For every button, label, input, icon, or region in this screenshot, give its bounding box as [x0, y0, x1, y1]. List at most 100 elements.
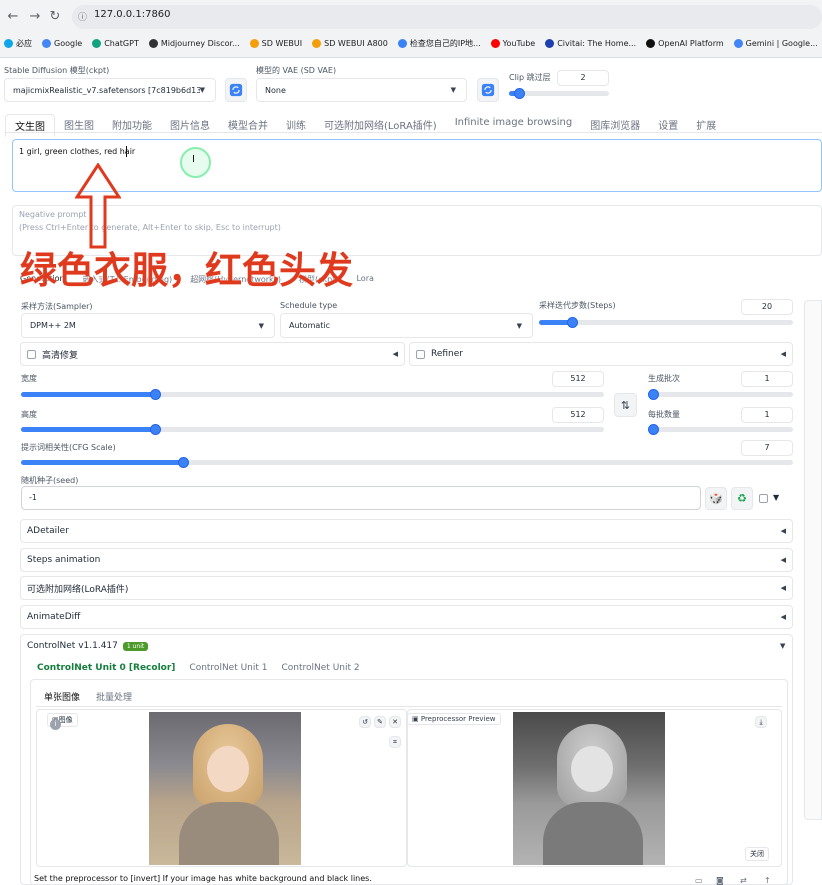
height-slider[interactable] — [21, 424, 604, 435]
batch-count-slider-thumb[interactable] — [648, 389, 659, 400]
swap-icon[interactable]: ⇄ — [740, 876, 747, 885]
width-input[interactable]: 512 — [552, 371, 604, 387]
batch-size-slider-thumb[interactable] — [648, 424, 659, 435]
edit-icon[interactable]: ✎ — [374, 716, 386, 728]
ckpt-label: Stable Diffusion 模型(ckpt) — [4, 66, 110, 75]
batch-size-input[interactable]: 1 — [741, 407, 793, 423]
refresh-vae-button[interactable] — [477, 78, 499, 102]
bookmark-item[interactable]: Civitai: The Home... — [545, 38, 637, 48]
controlnet-mode-tab-1[interactable]: 批量处理 — [88, 690, 140, 703]
cfg-input[interactable]: 7 — [741, 440, 793, 456]
refiner-accordion[interactable]: Refiner ◀ — [409, 342, 793, 366]
mode-divider — [36, 706, 782, 707]
tab-3[interactable]: 图片信息 — [161, 114, 219, 137]
info-icon[interactable]: ⓘ — [78, 10, 87, 23]
bookmark-item[interactable]: Midjourney Discor... — [148, 38, 240, 48]
bookmark-item[interactable]: Gemini | Google... — [733, 38, 818, 48]
new-canvas-icon[interactable]: ▭ — [695, 876, 703, 885]
refresh-ckpt-button[interactable] — [225, 78, 247, 102]
width-slider[interactable] — [21, 389, 604, 400]
bookmark-favicon-icon — [92, 38, 102, 48]
tab-9[interactable]: 设置 — [649, 114, 687, 137]
forward-icon[interactable]: → — [26, 8, 44, 26]
chevron-down-icon: ▼ — [199, 86, 205, 94]
height-slider-thumb[interactable] — [150, 424, 161, 435]
clip-slider[interactable] — [509, 88, 609, 99]
bookmark-item[interactable]: Google — [42, 38, 82, 48]
accordion-lora[interactable]: 可选附加网络(LoRA插件) ◀ — [20, 576, 793, 600]
controlnet-title: ControlNet v1.1.417 — [27, 641, 118, 651]
tab-8[interactable]: 图库浏览器 — [581, 114, 649, 137]
sampler-dropdown[interactable]: DPM++ 2M ▼ — [21, 313, 275, 338]
vae-dropdown[interactable]: None ▼ — [256, 78, 467, 102]
tab-0[interactable]: 文生图 — [5, 114, 55, 137]
cfg-slider-thumb[interactable] — [178, 457, 189, 468]
subtab-4[interactable]: Lora — [356, 274, 373, 285]
hires-fix-accordion[interactable]: 高清修复 ◀ — [20, 342, 405, 366]
batch-size-slider[interactable] — [648, 424, 793, 435]
bookmark-item[interactable]: OpenAI Platform — [646, 38, 724, 48]
controlnet-unit-tab-2[interactable]: ControlNet Unit 2 — [275, 663, 367, 673]
extra-seed-arrow-icon[interactable]: ▼ — [773, 493, 779, 502]
expand-arrow-icon[interactable]: ▼ — [780, 642, 785, 650]
address-bar[interactable] — [72, 5, 822, 29]
schedule-dropdown[interactable]: Automatic ▼ — [280, 313, 533, 338]
refresh-icon — [229, 83, 243, 97]
tab-10[interactable]: 扩展 — [687, 114, 725, 137]
cfg-slider[interactable] — [21, 457, 793, 468]
clear-icon[interactable]: ✕ — [389, 716, 401, 728]
batch-count-input[interactable]: 1 — [741, 371, 793, 387]
tab-7[interactable]: Infinite image browsing — [446, 114, 582, 137]
bookmark-item[interactable]: ChatGPT — [92, 38, 139, 48]
swap-dimensions-button[interactable]: ⇅ — [614, 393, 637, 417]
refiner-checkbox[interactable] — [416, 349, 425, 359]
height-input[interactable]: 512 — [552, 407, 604, 423]
tab-4[interactable]: 模型合并 — [219, 114, 277, 137]
reuse-seed-button[interactable]: ♻ — [731, 487, 753, 510]
steps-slider[interactable] — [539, 317, 793, 328]
clip-slider-thumb[interactable] — [514, 88, 525, 99]
ckpt-dropdown[interactable]: majicmixRealistic_v7.safetensors [7c819b… — [4, 78, 216, 102]
steps-slider-thumb[interactable] — [567, 317, 578, 328]
bookmark-label: Civitai: The Home... — [557, 38, 637, 48]
accordion-steps-animation[interactable]: Steps animation ◀ — [20, 548, 793, 572]
clip-input[interactable]: 2 — [557, 70, 609, 86]
tab-5[interactable]: 训练 — [277, 114, 315, 137]
accordion-animatediff[interactable]: AnimateDiff ◀ — [20, 605, 793, 629]
width-label: 宽度 — [21, 374, 37, 383]
hires-checkbox[interactable] — [27, 349, 36, 359]
collapse-arrow-icon: ◀ — [780, 613, 786, 621]
controlnet-header[interactable]: ControlNet v1.1.417 1 unit — [27, 641, 149, 651]
tab-1[interactable]: 图生图 — [55, 114, 103, 137]
tabs-divider — [5, 132, 822, 133]
crop-icon[interactable]: ⌗ — [389, 736, 401, 748]
text-cursor-icon: I — [192, 154, 195, 165]
download-icon[interactable]: ⤓ — [755, 716, 767, 728]
accordion-adetailer[interactable]: ADetailer ◀ — [20, 519, 793, 543]
refresh-icon — [481, 83, 495, 97]
extra-seed-checkbox[interactable] — [759, 494, 768, 503]
close-preview-button[interactable]: 关闭 — [745, 847, 769, 861]
upload-icon[interactable]: ↑ — [764, 876, 771, 885]
bookmark-item[interactable]: 必应 — [4, 38, 32, 49]
seed-input[interactable]: -1 — [21, 486, 701, 510]
sampler-value: DPM++ 2M — [30, 321, 76, 330]
controlnet-unit-tab-1[interactable]: ControlNet Unit 1 — [182, 663, 274, 673]
bookmark-item[interactable]: SD WEBUI — [249, 38, 302, 48]
controlnet-hint: Set the preprocessor to [invert] If your… — [34, 874, 372, 883]
controlnet-unit-tab-0[interactable]: ControlNet Unit 0 [Recolor] — [30, 663, 182, 673]
bookmark-item[interactable]: YouTube — [490, 38, 535, 48]
tab-2[interactable]: 附加功能 — [103, 114, 161, 137]
controlnet-mode-tab-0[interactable]: 单张图像 — [36, 690, 88, 703]
bookmark-item[interactable]: 检查您自己的IP地... — [397, 38, 481, 49]
steps-input[interactable]: 20 — [741, 299, 793, 315]
back-icon[interactable]: ← — [4, 8, 22, 26]
batch-count-slider[interactable] — [648, 389, 793, 400]
bookmark-item[interactable]: SD WEBUI A800 — [312, 38, 388, 48]
tab-6[interactable]: 可选附加网络(LoRA插件) — [315, 114, 446, 137]
undo-icon[interactable]: ↺ — [359, 716, 371, 728]
reload-icon[interactable]: ↻ — [46, 8, 64, 26]
width-slider-thumb[interactable] — [150, 389, 161, 400]
camera-icon[interactable]: ◙ — [716, 876, 724, 885]
random-seed-button[interactable]: 🎲 — [705, 487, 727, 510]
